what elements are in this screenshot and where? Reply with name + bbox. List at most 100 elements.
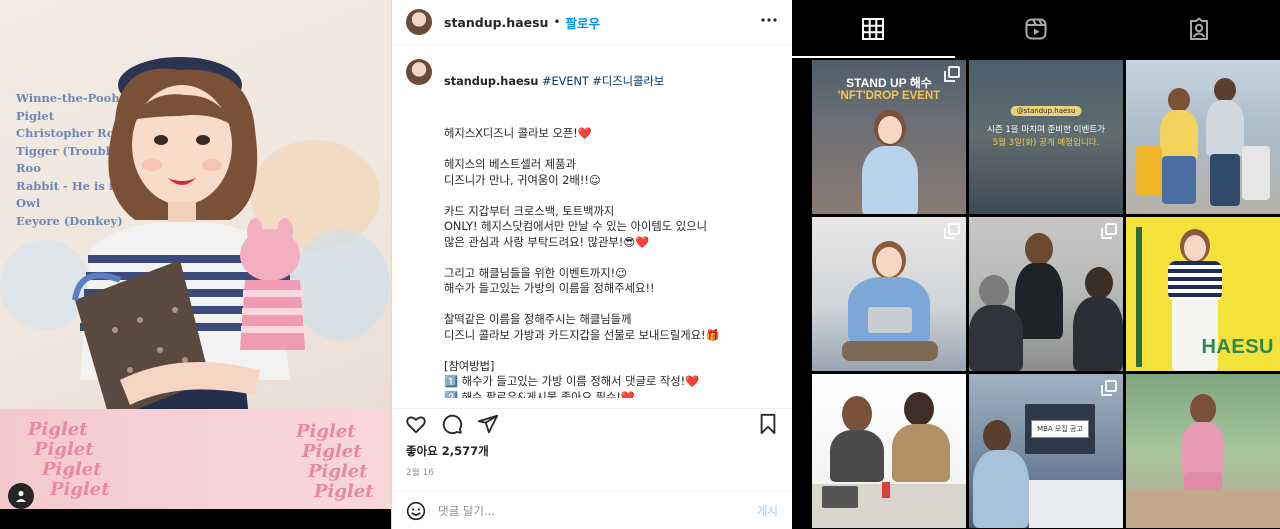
figure-face — [1184, 235, 1206, 261]
bookmark-icon[interactable] — [756, 412, 780, 436]
likes-count[interactable]: 좋아요 2,577개 — [406, 443, 489, 459]
grid-post-nft-event[interactable]: STAND UP 해수 'NFT'DROP EVENT — [812, 60, 966, 214]
grid-post-mba[interactable]: MBA 모집 공고 — [969, 374, 1123, 528]
figure-body — [1168, 261, 1222, 301]
figure-legs — [1162, 156, 1196, 204]
tab-reels[interactable] — [955, 0, 1118, 58]
figure-face — [876, 247, 902, 277]
piglet-text: Piglet — [50, 479, 110, 500]
piglet-text: Piglet — [296, 421, 356, 442]
figure-body — [1160, 110, 1198, 160]
mba-notice-sign: MBA 모집 공고 — [1031, 420, 1089, 438]
grid-post-cafe[interactable] — [812, 374, 966, 528]
caption-line: 찰떡같은 이름을 정해주시는 해클님들께 — [444, 313, 632, 326]
multiple-photos-icon — [944, 223, 960, 239]
post-header: standup.haesu • 팔로우 — [392, 0, 792, 45]
tile-subtitle: 'NFT'DROP EVENT — [837, 90, 941, 102]
profile-tabs — [792, 0, 1280, 58]
desk — [1029, 480, 1123, 528]
caption-body: standup.haesu #EVENT #디즈니콜라보 헤지스X디즈니 콜라보… — [444, 58, 720, 399]
tile-title: STAND UP 해수 — [846, 76, 932, 90]
figure-body — [1182, 422, 1224, 474]
caption-line: 카드 지갑부터 크로스백, 토트백까지 — [444, 204, 615, 218]
reels-icon — [1025, 18, 1047, 40]
caption-area: standup.haesu #EVENT #디즈니콜라보 헤지스X디즈니 콜라보… — [392, 46, 792, 398]
caption-line: 많은 관심과 사랑 부탁드려요! 많관부!😎❤️ — [444, 235, 650, 249]
caption-line: 헤지스X디즈니 콜라보 오픈!❤️ — [444, 127, 592, 140]
post-image[interactable]: Winne-the-Pooh Piglet Christopher Robin … — [0, 0, 391, 529]
suitcase — [1242, 146, 1270, 200]
figure-head — [842, 396, 872, 432]
tagged-user-icon[interactable] — [8, 483, 34, 509]
laptop — [868, 307, 912, 333]
caption-line: 1️⃣ 해수가 들고있는 가방 이름 정해서 댓글로 작성!❤️ — [444, 375, 700, 388]
instagram-post-view: Winne-the-Pooh Piglet Christopher Robin … — [0, 0, 1280, 529]
avatar[interactable] — [406, 59, 432, 85]
comment-icon[interactable] — [440, 412, 464, 436]
figure-body — [973, 450, 1029, 528]
grid-post-airport[interactable] — [1126, 60, 1280, 214]
comment-input[interactable] — [438, 503, 757, 518]
image-bottom-strip — [0, 509, 391, 529]
multiple-photos-icon — [944, 380, 960, 396]
figure-body — [969, 305, 1023, 371]
follow-button[interactable]: 팔로우 — [566, 13, 601, 32]
share-send-icon[interactable] — [476, 412, 500, 436]
grid-post-office[interactable] — [969, 217, 1123, 371]
multiple-photos-icon — [944, 66, 960, 82]
separator-dot: • — [553, 15, 561, 29]
figure-body — [862, 146, 918, 214]
tagged-icon — [1189, 17, 1208, 40]
like-heart-icon[interactable] — [404, 412, 428, 436]
post-actions — [392, 408, 792, 438]
profile-grid-panel: STAND UP 해수 'NFT'DROP EVENT @standup.hae… — [792, 0, 1280, 529]
grid-post-announcement[interactable]: @standup.haesu 시즌 1을 마치며 준비한 이벤트가 5월 3일(… — [969, 60, 1123, 214]
avatar[interactable] — [406, 9, 432, 35]
handle-pill: @standup.haesu — [1010, 106, 1082, 116]
figure-head — [979, 275, 1009, 307]
figure-legs — [842, 341, 938, 361]
grid-post-laptop[interactable] — [812, 217, 966, 371]
caption-hashtags[interactable]: #EVENT #디즈니콜라보 — [542, 75, 664, 88]
haesu-brand-text: HAESU — [1201, 336, 1274, 358]
caption-line: 2️⃣ 해수 팔로우&게시물 좋아요 필수!❤️ — [444, 390, 635, 399]
multiple-photos-icon — [1101, 380, 1117, 396]
piglet-text: Piglet — [314, 481, 374, 502]
more-horizontal-icon[interactable] — [760, 11, 778, 34]
grid-post-garden[interactable] — [1126, 374, 1280, 528]
piglet-text: Piglet — [34, 439, 94, 460]
figure-legs — [1210, 154, 1240, 206]
tile-text-line: 시즌 1을 마치며 준비한 이벤트가 — [987, 125, 1105, 135]
comment-box: 게시 — [392, 491, 792, 529]
tab-posts[interactable] — [792, 0, 955, 58]
caption-line: 헤지스의 베스트셀러 제품과 — [444, 158, 576, 171]
caption-text: 헤지스X디즈니 콜라보 오픈!❤️ 헤지스의 베스트셀러 제품과디즈니가 만나, … — [444, 126, 720, 398]
figure-head — [1025, 233, 1053, 265]
caption-line: ONLY! 헤지스닷컴에서만 만날 수 있는 아이템도 있으니 — [444, 220, 707, 233]
multiple-photos-icon — [1101, 223, 1117, 239]
figure-body — [892, 424, 950, 482]
posts-grid: STAND UP 해수 'NFT'DROP EVENT @standup.hae… — [812, 60, 1280, 528]
piglet-text: Piglet — [42, 459, 102, 480]
caption-line: 디즈니가 만나, 귀여움이 2배!!☺ — [444, 173, 601, 187]
pole — [1136, 227, 1142, 367]
post-username[interactable]: standup.haesu — [444, 15, 548, 30]
figure-legs — [1172, 299, 1218, 371]
post-date[interactable]: 2월 16 — [406, 466, 434, 478]
figure-head — [1168, 88, 1190, 112]
suitcase — [1136, 146, 1162, 196]
figure-body — [1206, 100, 1244, 156]
caption-username[interactable]: standup.haesu — [444, 75, 538, 88]
grid-post-haesu[interactable]: HAESU — [1126, 217, 1280, 371]
post-comment-button[interactable]: 게시 — [757, 503, 778, 519]
figure-body — [1073, 297, 1123, 371]
piglet-text: Piglet — [302, 441, 362, 462]
emoji-icon[interactable] — [406, 501, 426, 521]
figure-head — [983, 420, 1011, 452]
figure-head — [1214, 78, 1236, 102]
tab-tagged[interactable] — [1117, 0, 1280, 58]
